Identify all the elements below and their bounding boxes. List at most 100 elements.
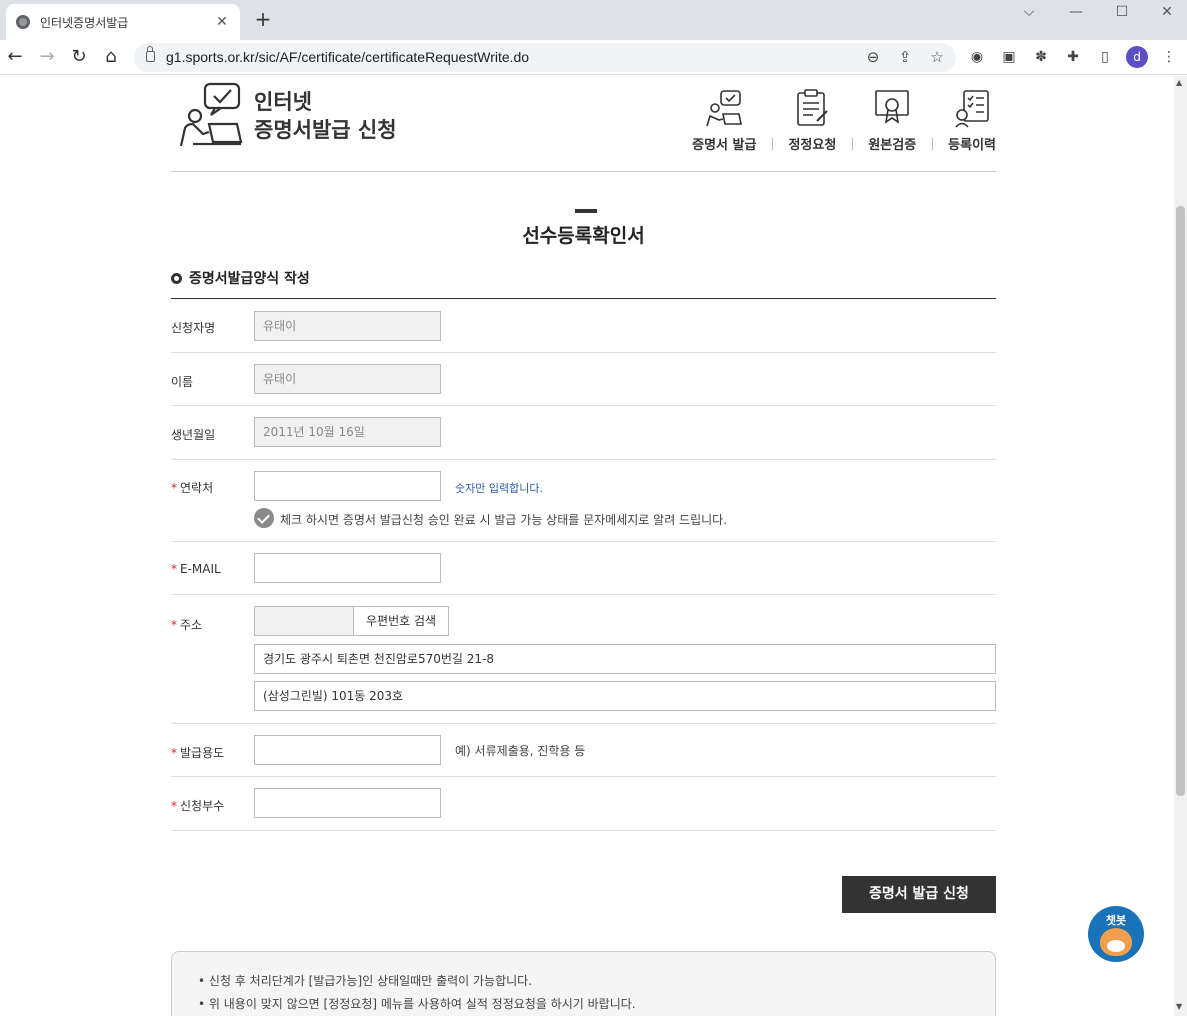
chatbot-mascot-icon (1100, 928, 1132, 956)
email-label-text: E-MAIL (180, 562, 221, 576)
purpose-input[interactable] (254, 735, 441, 765)
required-mark: * (171, 562, 177, 576)
sidepanel-icon[interactable]: ▯ (1096, 48, 1114, 66)
nav-label: 증명서 발급 (692, 138, 757, 153)
phone-label-text: 연락처 (180, 481, 214, 495)
browser-tab[interactable]: 인터넷증명서발급 ✕ (6, 4, 240, 40)
address-line1-input[interactable]: 경기도 광주시 퇴촌면 천진암로570번길 21-8 (254, 644, 996, 674)
puzzle-icon[interactable]: ✚ (1064, 48, 1082, 66)
close-window-icon[interactable]: ✕ (1144, 0, 1187, 24)
url-text[interactable]: g1.sports.or.kr/sic/AF/certificate/certi… (166, 49, 529, 65)
form-row-name: 이름 유태이 (171, 353, 996, 406)
certificate-person-logo-icon (179, 82, 243, 147)
nav-item-verify[interactable]: 원본검증 (852, 88, 932, 153)
tab-title: 인터넷증명서발급 (40, 15, 129, 30)
lock-icon[interactable] (146, 46, 155, 62)
nav-item-history[interactable]: 등록이력 (932, 88, 996, 153)
name-input[interactable]: 유태이 (254, 364, 441, 394)
purpose-label-text: 발급용도 (180, 746, 225, 760)
address-label-text: 주소 (180, 618, 203, 632)
chatbot-button[interactable]: 챗봇 (1088, 906, 1144, 962)
minimize-icon[interactable]: — (1053, 0, 1099, 24)
clipboard-icon (797, 89, 829, 126)
back-icon[interactable]: ← (4, 46, 26, 68)
phone-input[interactable] (254, 471, 441, 501)
required-mark: * (171, 618, 177, 632)
tab-close-icon[interactable]: ✕ (214, 14, 230, 30)
tab-search-icon[interactable]: ⌵ (1006, 0, 1052, 24)
verify-certificate-icon (875, 90, 910, 124)
form-row-birth: 생년월일 2011년 10월 16일 (171, 406, 996, 460)
nav-label: 정정요청 (788, 138, 837, 153)
extension-2-icon[interactable]: ✽ (1032, 48, 1050, 66)
profile-avatar[interactable]: d (1126, 46, 1148, 68)
brand-line1: 인터넷 (254, 90, 312, 114)
purpose-label: * 발급용도 (171, 744, 224, 761)
form-row-purpose: * 발급용도 예) 서류제출용, 진학용 등 (171, 724, 996, 777)
address-line2-input[interactable]: (삼성그린빌) 101동 203호 (254, 681, 996, 711)
section-title: 증명서발급양식 작성 (171, 268, 310, 288)
forward-icon[interactable]: → (36, 46, 58, 68)
address-bar[interactable]: g1.sports.or.kr/sic/AF/certificate/certi… (134, 43, 956, 72)
page-scrollbar[interactable]: ▲ ▼ (1174, 76, 1187, 1016)
bullet-circle-icon (171, 272, 182, 284)
nav-item-issue[interactable]: 증명서 발급 (676, 88, 772, 153)
top-nav: 증명서 발급 정정요청 원본검증 등록이력 (676, 88, 996, 153)
chatbot-label: 챗봇 (1105, 914, 1127, 927)
address-label: * 주소 (171, 616, 202, 633)
page-title: 선수등록확인서 (522, 225, 645, 247)
nav-item-correction[interactable]: 정정요청 (772, 88, 852, 153)
globe-icon (16, 15, 30, 29)
required-mark: * (171, 481, 177, 495)
required-mark: * (171, 799, 177, 813)
brand-title: 인터넷 증명서발급 신청 (254, 88, 397, 144)
phone-label: * 연락처 (171, 479, 213, 496)
page-viewport: 인터넷 증명서발급 신청 증명서 발급 정정요청 원본검증 등록이력 선수등록확… (0, 76, 1174, 1016)
name-label: 이름 (171, 375, 194, 389)
browser-tab-bar: 인터넷증명서발급 ✕ + ⌵ — ☐ ✕ (0, 0, 1187, 40)
menu-icon[interactable]: ⋮ (1160, 48, 1178, 66)
scrollbar-thumb[interactable] (1176, 206, 1185, 796)
issue-certificate-icon (706, 90, 743, 127)
form-row-phone: * 연락처 숫자만 입력합니다. 체크 하시면 증명서 발급신청 승인 완료 시 … (171, 460, 996, 542)
nav-label: 원본검증 (868, 138, 917, 153)
notice-item: 신청 후 처리단계가 [발급가능]인 상태일때만 출력이 가능합니다. (198, 970, 969, 993)
history-checklist-icon (955, 90, 989, 128)
scroll-down-icon[interactable]: ▼ (1176, 1002, 1182, 1011)
nav-label: 등록이력 (948, 138, 996, 153)
scroll-up-icon[interactable]: ▲ (1176, 78, 1182, 87)
notice-item: 위 내용이 맞지 않으면 [정정요청] 메뉴를 사용하여 실적 정정요청을 하시… (198, 993, 969, 1016)
sms-checkbox[interactable] (254, 508, 274, 528)
copies-label: * 신청부수 (171, 797, 224, 814)
reload-icon[interactable]: ↻ (68, 46, 90, 68)
form-row-copies: * 신청부수 (171, 777, 996, 831)
applicant-input[interactable]: 유태이 (254, 311, 441, 341)
section-title-text: 증명서발급양식 작성 (189, 271, 310, 287)
applicant-label: 신청자명 (171, 321, 216, 335)
birth-input[interactable]: 2011년 10월 16일 (254, 417, 441, 447)
title-accent-bar (575, 209, 597, 213)
form-row-applicant: 신청자명 유태이 (171, 299, 996, 353)
zoom-icon[interactable]: ⊖ (864, 48, 882, 66)
email-input[interactable] (254, 553, 441, 583)
maximize-icon[interactable]: ☐ (1099, 0, 1145, 24)
new-tab-button[interactable]: + (252, 8, 274, 30)
notice-box: 신청 후 처리단계가 [발급가능]인 상태일때만 출력이 가능합니다. 위 내용… (171, 951, 996, 1016)
zipcode-search-button[interactable]: 우편번호 검색 (353, 606, 450, 636)
birth-label: 생년월일 (171, 428, 216, 442)
share-icon[interactable]: ⇪ (896, 48, 914, 66)
cast-icon[interactable]: ▣ (1000, 48, 1018, 66)
extension-icon[interactable]: ◉ (968, 48, 986, 66)
purpose-example: 예) 서류제출용, 진학용 등 (455, 744, 586, 758)
submit-button[interactable]: 증명서 발급 신청 (842, 876, 996, 913)
email-label: * E-MAIL (171, 562, 221, 576)
bookmark-star-icon[interactable]: ☆ (928, 48, 946, 66)
header-divider (171, 171, 996, 172)
home-icon[interactable]: ⌂ (100, 46, 122, 68)
required-mark: * (171, 746, 177, 760)
form-row-email: * E-MAIL (171, 542, 996, 595)
copies-label-text: 신청부수 (180, 799, 225, 813)
copies-input[interactable] (254, 788, 441, 818)
zipcode-input[interactable] (254, 606, 354, 636)
phone-hint: 숫자만 입력합니다. (455, 482, 543, 495)
